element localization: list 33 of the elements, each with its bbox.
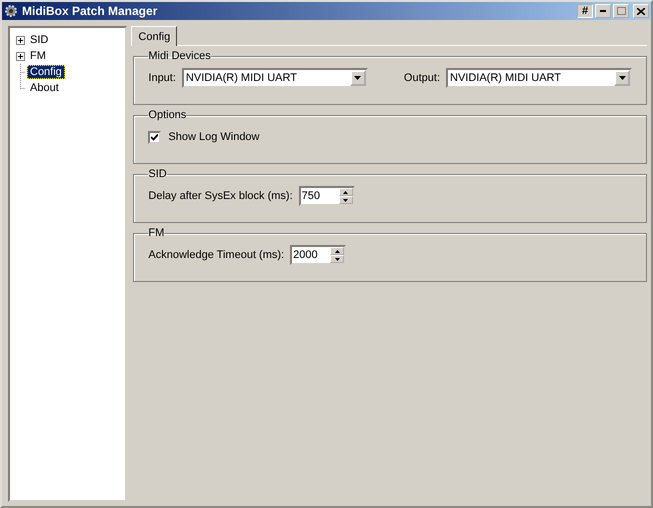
- checkbox-label: Show Log Window: [168, 131, 260, 143]
- number-spinner[interactable]: 750: [298, 186, 355, 206]
- tree-item[interactable]: Config: [27, 65, 65, 79]
- tree-item[interactable]: About: [27, 81, 62, 95]
- field-label: Acknowledge Timeout (ms):: [148, 249, 284, 261]
- gear-icon: [4, 4, 18, 18]
- minimize-icon: [600, 10, 606, 12]
- checkbox[interactable]: [148, 130, 162, 144]
- field-label: Input:: [148, 72, 176, 84]
- spin-arrows-icon[interactable]: [338, 188, 353, 204]
- close-icon: [637, 8, 645, 14]
- window-title: MidiBox Patch Manager: [22, 4, 158, 18]
- device-dropdown[interactable]: NVIDIA(R) MIDI UART: [182, 68, 368, 88]
- group-title: Options: [148, 109, 186, 121]
- minimize-button[interactable]: [595, 4, 611, 18]
- tree-item[interactable]: FM: [27, 49, 49, 63]
- expand-icon[interactable]: [16, 52, 25, 60]
- check-icon: [151, 134, 158, 140]
- maximize-button[interactable]: [613, 4, 629, 18]
- tree-item[interactable]: SID: [27, 33, 52, 47]
- spin-arrows-icon[interactable]: [330, 247, 344, 263]
- field-label: Output:: [404, 72, 440, 84]
- device-dropdown[interactable]: NVIDIA(R) MIDI UART: [446, 68, 632, 88]
- group-title: Midi Devices: [148, 50, 211, 62]
- close-button[interactable]: [633, 4, 649, 18]
- number-spinner[interactable]: 2000: [290, 245, 346, 265]
- maximize-icon: [616, 7, 626, 15]
- expand-icon[interactable]: [16, 36, 25, 44]
- group-title: FM: [148, 227, 164, 239]
- group-title: SID: [148, 168, 167, 180]
- tab[interactable]: Config: [131, 26, 178, 46]
- pin-button[interactable]: #: [577, 4, 593, 18]
- field-label: Delay after SysEx block (ms):: [148, 190, 293, 202]
